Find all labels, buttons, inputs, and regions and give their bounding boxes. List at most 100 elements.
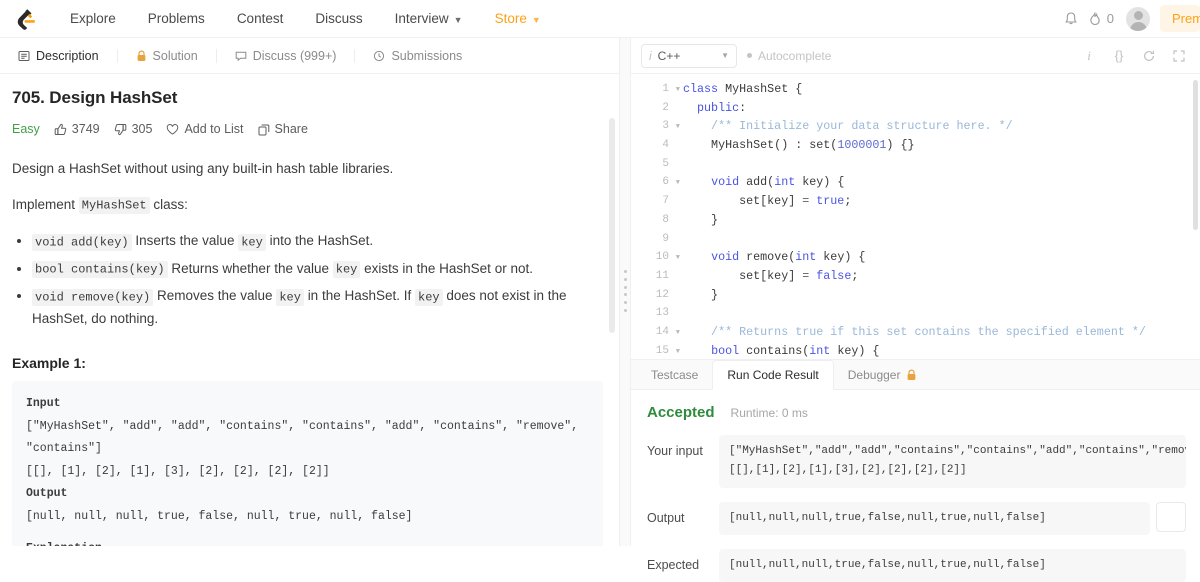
- your-input-value[interactable]: ["MyHashSet","add","add","contains","con…: [719, 435, 1186, 488]
- nav-item-discuss[interactable]: Discuss: [299, 11, 378, 26]
- page-title: 705. Design HashSet: [12, 88, 178, 107]
- runtime-text: Runtime: 0 ms: [730, 406, 808, 420]
- problem-scrollbar[interactable]: [609, 118, 615, 333]
- info-icon[interactable]: i: [1076, 43, 1102, 69]
- drag-handle-icon[interactable]: [624, 270, 627, 312]
- code-content[interactable]: class MyHashSet { public: /** Initialize…: [683, 74, 1200, 359]
- output-copy-button[interactable]: [1156, 501, 1186, 532]
- line-number: 14 ▼: [631, 323, 683, 342]
- code-line: }: [683, 212, 719, 227]
- output-value[interactable]: [null,null,null,true,false,null,true,nul…: [719, 501, 1150, 535]
- example-heading: Example 1:: [12, 355, 86, 372]
- bell-icon[interactable]: [1054, 0, 1088, 38]
- tab-debugger[interactable]: Debugger: [834, 360, 932, 389]
- like-count: 3749: [71, 122, 100, 136]
- editor-scrollbar[interactable]: [1193, 80, 1198, 230]
- tab-submissions[interactable]: Submissions: [355, 38, 480, 73]
- tab-run-code-result[interactable]: Run Code Result: [712, 360, 834, 390]
- method-param: key: [276, 288, 304, 306]
- chevron-down-icon: ▼: [721, 51, 729, 60]
- code-line: void remove(int key) {: [711, 250, 866, 265]
- your-input-row: Your input ["MyHashSet","add","add","con…: [647, 435, 1186, 488]
- language-select[interactable]: i C++ ▼: [641, 43, 737, 68]
- line-number: 11: [655, 269, 669, 282]
- io-label: Your input: [647, 444, 703, 458]
- nav-item-explore[interactable]: Explore: [54, 11, 132, 26]
- line-number: 15 ▼: [631, 342, 683, 359]
- problem-content: 705. Design HashSet Easy 3749 305 Add to…: [0, 74, 619, 546]
- method-param: key: [415, 288, 443, 306]
- fullscreen-icon[interactable]: [1166, 43, 1192, 69]
- tab-label: Debugger: [847, 367, 901, 382]
- tab-label: Testcase: [651, 367, 699, 382]
- lock-icon: [136, 50, 147, 62]
- reset-icon[interactable]: [1136, 43, 1162, 69]
- heart-icon: [166, 123, 179, 136]
- lock-icon: [906, 369, 917, 381]
- comment-icon: [235, 50, 247, 62]
- method-signature: bool contains(key): [32, 261, 168, 279]
- fold-arrow-icon[interactable]: ▼: [676, 324, 680, 343]
- autocomplete-toggle[interactable]: Autocomplete: [747, 49, 831, 63]
- example-block: Input ["MyHashSet", "add", "add", "conta…: [12, 381, 603, 546]
- line-number: 2: [662, 101, 669, 114]
- method-text: exists in the HashSet or not.: [364, 260, 533, 276]
- nav-item-problems[interactable]: Problems: [132, 11, 221, 26]
- line-number: 3 ▼: [631, 117, 683, 136]
- leetcode-logo[interactable]: [12, 5, 40, 33]
- chevron-down-icon: ▼: [453, 14, 463, 25]
- add-to-list-button[interactable]: Add to List: [166, 122, 244, 136]
- line-number: 13: [655, 307, 669, 320]
- dislike-button[interactable]: 305: [114, 122, 152, 136]
- premium-button[interactable]: Prem: [1160, 5, 1200, 32]
- nav-item-label: Store: [494, 11, 527, 26]
- code-line: set[key] = false;: [683, 268, 859, 283]
- method-text: Returns whether the value: [171, 260, 329, 276]
- tab-discuss[interactable]: Discuss (999+): [217, 38, 355, 73]
- avatar[interactable]: [1126, 6, 1150, 31]
- code-line: /** Returns true if this set contains th…: [683, 324, 1146, 339]
- tab-description[interactable]: Description: [0, 38, 117, 73]
- list-item: void add(key) Inserts the value key into…: [32, 230, 603, 252]
- code-line: /** Initialize your data structure here.…: [683, 119, 1013, 134]
- top-navigation-bar: Explore Problems Contest Discuss Intervi…: [0, 0, 1200, 38]
- nav-item-store[interactable]: Store ▼: [479, 11, 557, 26]
- fold-arrow-icon[interactable]: ▼: [676, 249, 680, 268]
- io-label: Output: [647, 510, 685, 525]
- expected-value[interactable]: [null,null,null,true,false,null,true,nul…: [719, 548, 1186, 582]
- nav-item-interview[interactable]: Interview ▼: [379, 11, 479, 26]
- flame-icon: [1088, 11, 1102, 27]
- thumbs-up-icon: [54, 123, 67, 136]
- format-braces-icon[interactable]: {}: [1106, 43, 1132, 69]
- like-button[interactable]: 3749: [54, 122, 100, 136]
- fold-arrow-icon[interactable]: ▼: [676, 174, 680, 193]
- line-number: 8: [662, 213, 669, 226]
- line-number: 5: [662, 157, 669, 170]
- implement-paragraph: Implement MyHashSet class:: [12, 194, 603, 216]
- nav-links: Explore Problems Contest Discuss Intervi…: [54, 11, 557, 26]
- tab-label: Run Code Result: [727, 368, 819, 382]
- result-panel: Testcase Run Code Result Debugger Accept…: [631, 359, 1200, 582]
- fold-arrow-icon[interactable]: ▼: [676, 343, 680, 359]
- result-tab-bar: Testcase Run Code Result Debugger: [631, 360, 1200, 390]
- info-icon: i: [649, 48, 652, 63]
- panel-divider[interactable]: [619, 38, 631, 546]
- nav-right-group: 0 Prem: [1054, 0, 1200, 38]
- tab-solution[interactable]: Solution: [118, 38, 216, 73]
- list-item: bool contains(key) Returns whether the v…: [32, 258, 603, 280]
- fold-arrow-icon[interactable]: ▼: [676, 81, 680, 100]
- nav-item-label: Contest: [236, 11, 284, 26]
- tab-testcase[interactable]: Testcase: [637, 360, 712, 389]
- method-text: in the HashSet. If: [307, 288, 412, 304]
- code-editor[interactable]: 1▼23▼456▼78910▼11121314▼15▼1617181920212…: [631, 74, 1200, 359]
- explanation-label: Explanation: [26, 538, 589, 546]
- input-line-1: ["MyHashSet", "add", "add", "contains", …: [26, 419, 579, 456]
- fold-arrow-icon[interactable]: ▼: [676, 118, 680, 137]
- streak-counter[interactable]: 0: [1088, 11, 1122, 27]
- output-row: Output [null,null,null,true,false,null,t…: [647, 501, 1186, 535]
- share-button[interactable]: Share: [258, 122, 308, 136]
- nav-item-label: Explore: [70, 11, 116, 26]
- nav-item-contest[interactable]: Contest: [221, 11, 300, 26]
